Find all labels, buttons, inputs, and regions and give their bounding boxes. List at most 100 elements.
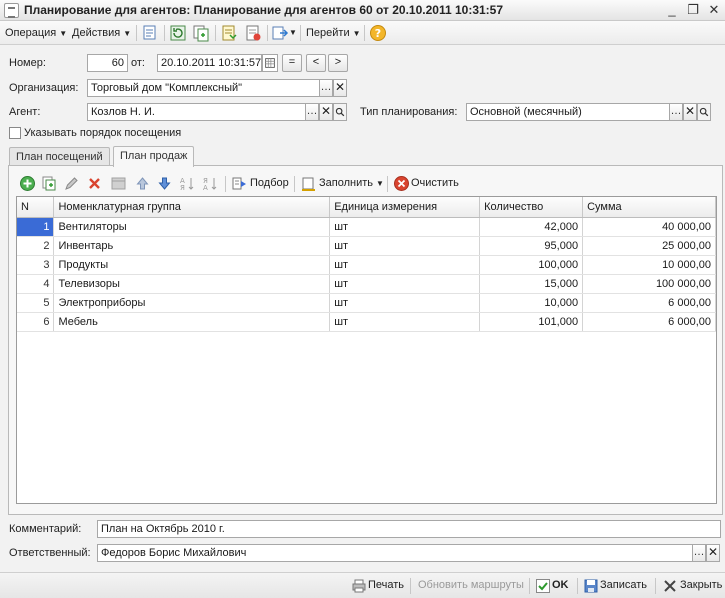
quantity-cell[interactable]: 42,000 xyxy=(479,217,584,237)
actions-menu[interactable]: Действия ▼ xyxy=(72,25,131,41)
responsible-clear-icon[interactable]: ✕ xyxy=(706,544,720,562)
unit-cell[interactable]: шт xyxy=(329,293,481,313)
visit-order-label[interactable]: Указывать порядок посещения xyxy=(24,127,181,139)
quantity-cell[interactable]: 10,000 xyxy=(479,293,584,313)
document-movements-icon[interactable] xyxy=(220,24,238,42)
edit-row-icon[interactable] xyxy=(63,175,80,192)
responsible-field[interactable]: Федоров Борис Михайлович xyxy=(97,544,693,562)
sum-cell[interactable]: 25 000,00 xyxy=(582,236,716,256)
quantity-cell[interactable]: 100,000 xyxy=(479,255,584,275)
copy-document-icon[interactable] xyxy=(192,24,210,42)
structure-of-subordination-icon[interactable] xyxy=(244,24,262,42)
move-up-icon[interactable] xyxy=(134,175,151,192)
unit-cell[interactable]: шт xyxy=(329,217,481,237)
close-button[interactable]: Закрыть xyxy=(680,579,722,591)
organization-field[interactable]: Торговый дом "Комплексный" xyxy=(87,79,320,97)
ok-check-icon[interactable] xyxy=(535,578,551,594)
sum-cell[interactable]: 100 000,00 xyxy=(582,274,716,294)
tab-visit-plan[interactable]: План посещений xyxy=(9,147,110,166)
save-button[interactable]: Записать xyxy=(600,579,647,591)
unit-cell[interactable]: шт xyxy=(329,312,481,332)
save-icon[interactable] xyxy=(583,578,599,594)
group-cell[interactable]: Телевизоры xyxy=(53,274,331,294)
next-document-button[interactable]: > xyxy=(328,54,348,72)
refresh-icon[interactable] xyxy=(169,24,187,42)
table-row[interactable]: 6 Мебель шт 101,000 6 000,00 xyxy=(17,312,716,332)
generate-based-on-icon[interactable] xyxy=(271,24,289,42)
plan-type-search-icon[interactable] xyxy=(697,103,711,121)
table-row[interactable]: 4 Телевизоры шт 15,000 100 000,00 xyxy=(17,274,716,294)
quantity-cell[interactable]: 15,000 xyxy=(479,274,584,294)
group-cell[interactable]: Электроприборы xyxy=(53,293,331,313)
close-form-icon[interactable] xyxy=(662,578,678,594)
operation-menu[interactable]: Операция ▼ xyxy=(5,25,67,41)
row-number-cell[interactable]: 4 xyxy=(17,274,55,294)
quantity-cell[interactable]: 101,000 xyxy=(479,312,584,332)
calendar-icon[interactable] xyxy=(262,54,278,72)
sum-cell[interactable]: 6 000,00 xyxy=(582,312,716,332)
column-header-quantity[interactable]: Количество xyxy=(479,197,584,218)
generate-dropdown-icon[interactable]: ▼ xyxy=(289,25,297,41)
prev-document-button[interactable]: < xyxy=(306,54,326,72)
add-row-icon[interactable] xyxy=(19,175,36,192)
plan-type-select-button[interactable]: … xyxy=(669,103,683,121)
goto-menu[interactable]: Перейти ▼ xyxy=(306,25,361,41)
fill-button[interactable]: Заполнить ▼ xyxy=(319,177,384,189)
column-header-group[interactable]: Номенклатурная группа xyxy=(53,197,331,218)
plan-type-field[interactable]: Основной (месячный) xyxy=(466,103,670,121)
sum-cell[interactable]: 10 000,00 xyxy=(582,255,716,275)
group-cell[interactable]: Мебель xyxy=(53,312,331,332)
group-cell[interactable]: Инвентарь xyxy=(53,236,331,256)
copy-row-icon[interactable] xyxy=(41,175,58,192)
tab-sales-plan[interactable]: План продаж xyxy=(113,146,195,167)
update-routes-button[interactable]: Обновить маршруты xyxy=(418,579,524,591)
row-number-cell[interactable]: 6 xyxy=(17,312,55,332)
print-button[interactable]: Печать xyxy=(368,579,404,591)
unit-cell[interactable]: шт xyxy=(329,255,481,275)
row-number-cell[interactable]: 1 xyxy=(17,217,55,237)
organization-clear-icon[interactable]: ✕ xyxy=(333,79,347,97)
group-cell[interactable]: Вентиляторы xyxy=(53,217,331,237)
column-header-unit[interactable]: Единица измерения xyxy=(329,197,481,218)
responsible-select-button[interactable]: … xyxy=(692,544,706,562)
comment-field[interactable]: План на Октябрь 2010 г. xyxy=(97,520,721,538)
row-number-cell[interactable]: 3 xyxy=(17,255,55,275)
quantity-cell[interactable]: 95,000 xyxy=(479,236,584,256)
delete-row-icon[interactable] xyxy=(86,175,103,192)
number-field[interactable]: 60 xyxy=(87,54,128,72)
clear-button[interactable]: Очистить xyxy=(411,177,459,189)
group-cell[interactable]: Продукты xyxy=(53,255,331,275)
move-down-icon[interactable] xyxy=(156,175,173,192)
clear-icon[interactable] xyxy=(393,175,410,192)
unit-cell[interactable]: шт xyxy=(329,236,481,256)
fill-icon[interactable] xyxy=(300,175,317,192)
row-number-cell[interactable]: 5 xyxy=(17,293,55,313)
table-row[interactable]: 1 Вентиляторы шт 42,000 40 000,00 xyxy=(17,217,716,237)
agent-search-icon[interactable] xyxy=(333,103,347,121)
table-row[interactable]: 3 Продукты шт 100,000 10 000,00 xyxy=(17,255,716,275)
end-edit-icon[interactable] xyxy=(110,175,127,192)
agent-field[interactable]: Козлов Н. И. xyxy=(87,103,306,121)
row-number-cell[interactable]: 2 xyxy=(17,236,55,256)
restore-icon[interactable]: ❐ xyxy=(684,2,702,18)
plan-type-clear-icon[interactable]: ✕ xyxy=(683,103,697,121)
help-icon[interactable]: ? xyxy=(369,24,387,42)
close-window-button[interactable]: ✕ xyxy=(705,2,723,18)
organization-select-button[interactable]: … xyxy=(319,79,333,97)
sort-descending-icon[interactable]: ЯA xyxy=(202,175,219,192)
ok-button[interactable]: OK xyxy=(552,579,569,591)
pick-icon[interactable] xyxy=(231,175,248,192)
column-header-sum[interactable]: Сумма xyxy=(582,197,716,218)
minimize-button[interactable]: _ xyxy=(663,2,681,18)
column-header-n[interactable]: N xyxy=(17,197,55,218)
set-number-button[interactable]: = xyxy=(282,54,302,72)
table-row[interactable]: 2 Инвентарь шт 95,000 25 000,00 xyxy=(17,236,716,256)
date-field[interactable]: 20.10.2011 10:31:57 xyxy=(157,54,262,72)
agent-select-button[interactable]: … xyxy=(305,103,319,121)
agent-clear-icon[interactable]: ✕ xyxy=(319,103,333,121)
sales-plan-table[interactable]: N Номенклатурная группа Единица измерени… xyxy=(16,196,717,504)
pick-button[interactable]: Подбор xyxy=(250,177,289,189)
sum-cell[interactable]: 6 000,00 xyxy=(582,293,716,313)
print-icon[interactable] xyxy=(351,578,367,594)
sort-ascending-icon[interactable]: AЯ xyxy=(179,175,196,192)
